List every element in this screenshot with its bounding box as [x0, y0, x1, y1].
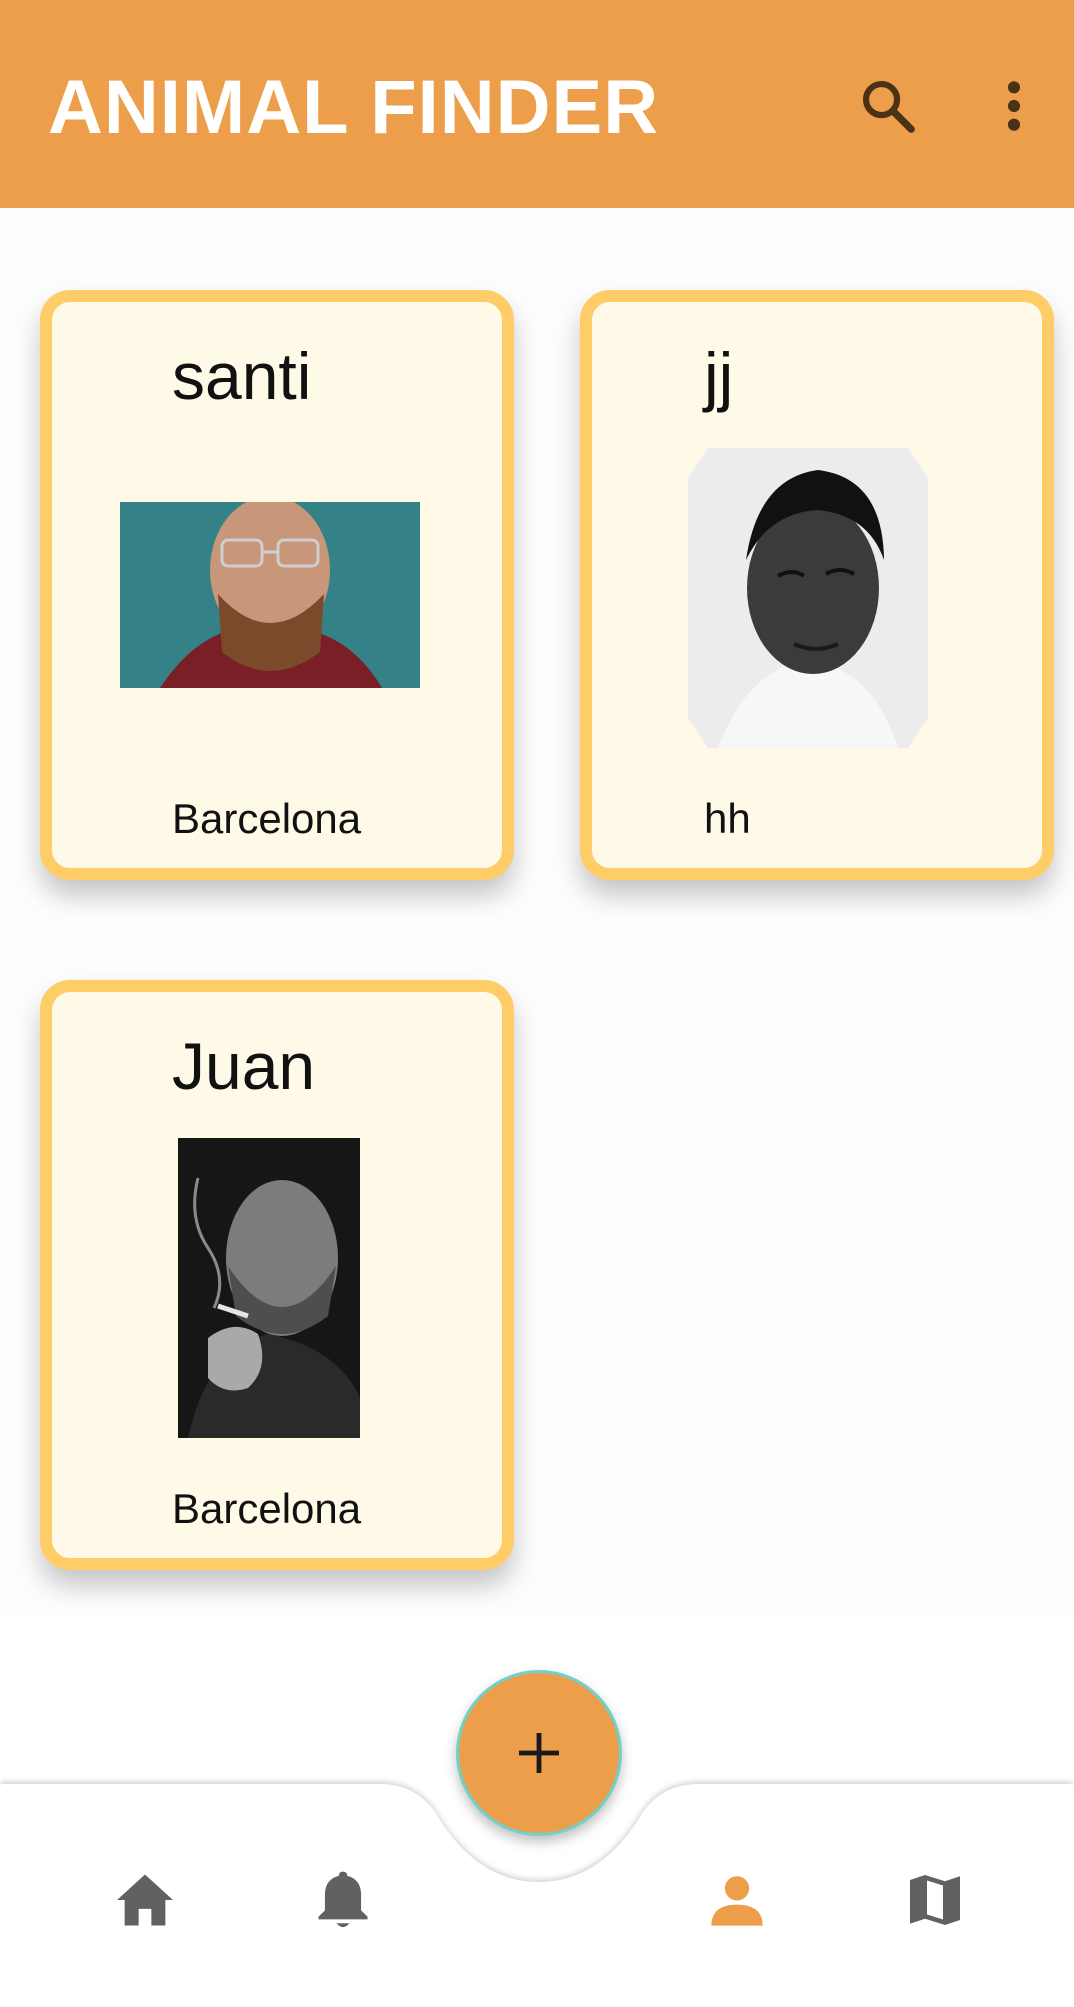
- add-icon: [519, 1733, 559, 1773]
- app-bar: ANIMAL FINDER: [0, 0, 1074, 208]
- more-vert-icon: [1007, 81, 1021, 131]
- nav-notifications[interactable]: [288, 1845, 398, 1955]
- card-name: santi: [172, 339, 312, 413]
- home-icon: [117, 1874, 173, 1926]
- add-animal-fab[interactable]: [456, 1670, 622, 1836]
- person-icon: [711, 1876, 763, 1926]
- card-name: jj: [704, 339, 734, 413]
- card-location: Barcelona: [172, 1485, 362, 1532]
- card-location: hh: [704, 795, 751, 842]
- nav-profile[interactable]: [682, 1845, 792, 1955]
- animal-card-santi[interactable]: santi Barcelona: [40, 290, 514, 880]
- more-options-button[interactable]: [986, 70, 1042, 142]
- animal-photo: [120, 502, 420, 688]
- nav-home[interactable]: [90, 1845, 200, 1955]
- animal-card-juan[interactable]: Juan Barcelona: [40, 980, 514, 1570]
- card-location: Barcelona: [172, 795, 362, 842]
- animal-photo: [178, 1138, 360, 1438]
- search-button[interactable]: [852, 70, 924, 142]
- app-title: ANIMAL FINDER: [48, 65, 660, 150]
- animal-card-jj[interactable]: jj hh: [580, 290, 1054, 880]
- animal-photo: [688, 448, 928, 748]
- animal-grid: santi Barcelona jj hh Juan Barcelona: [0, 208, 1074, 1618]
- card-name: Juan: [172, 1029, 316, 1103]
- search-icon: [862, 80, 915, 133]
- map-icon: [910, 1875, 960, 1925]
- nav-map[interactable]: [880, 1845, 990, 1955]
- notifications-icon: [318, 1871, 368, 1928]
